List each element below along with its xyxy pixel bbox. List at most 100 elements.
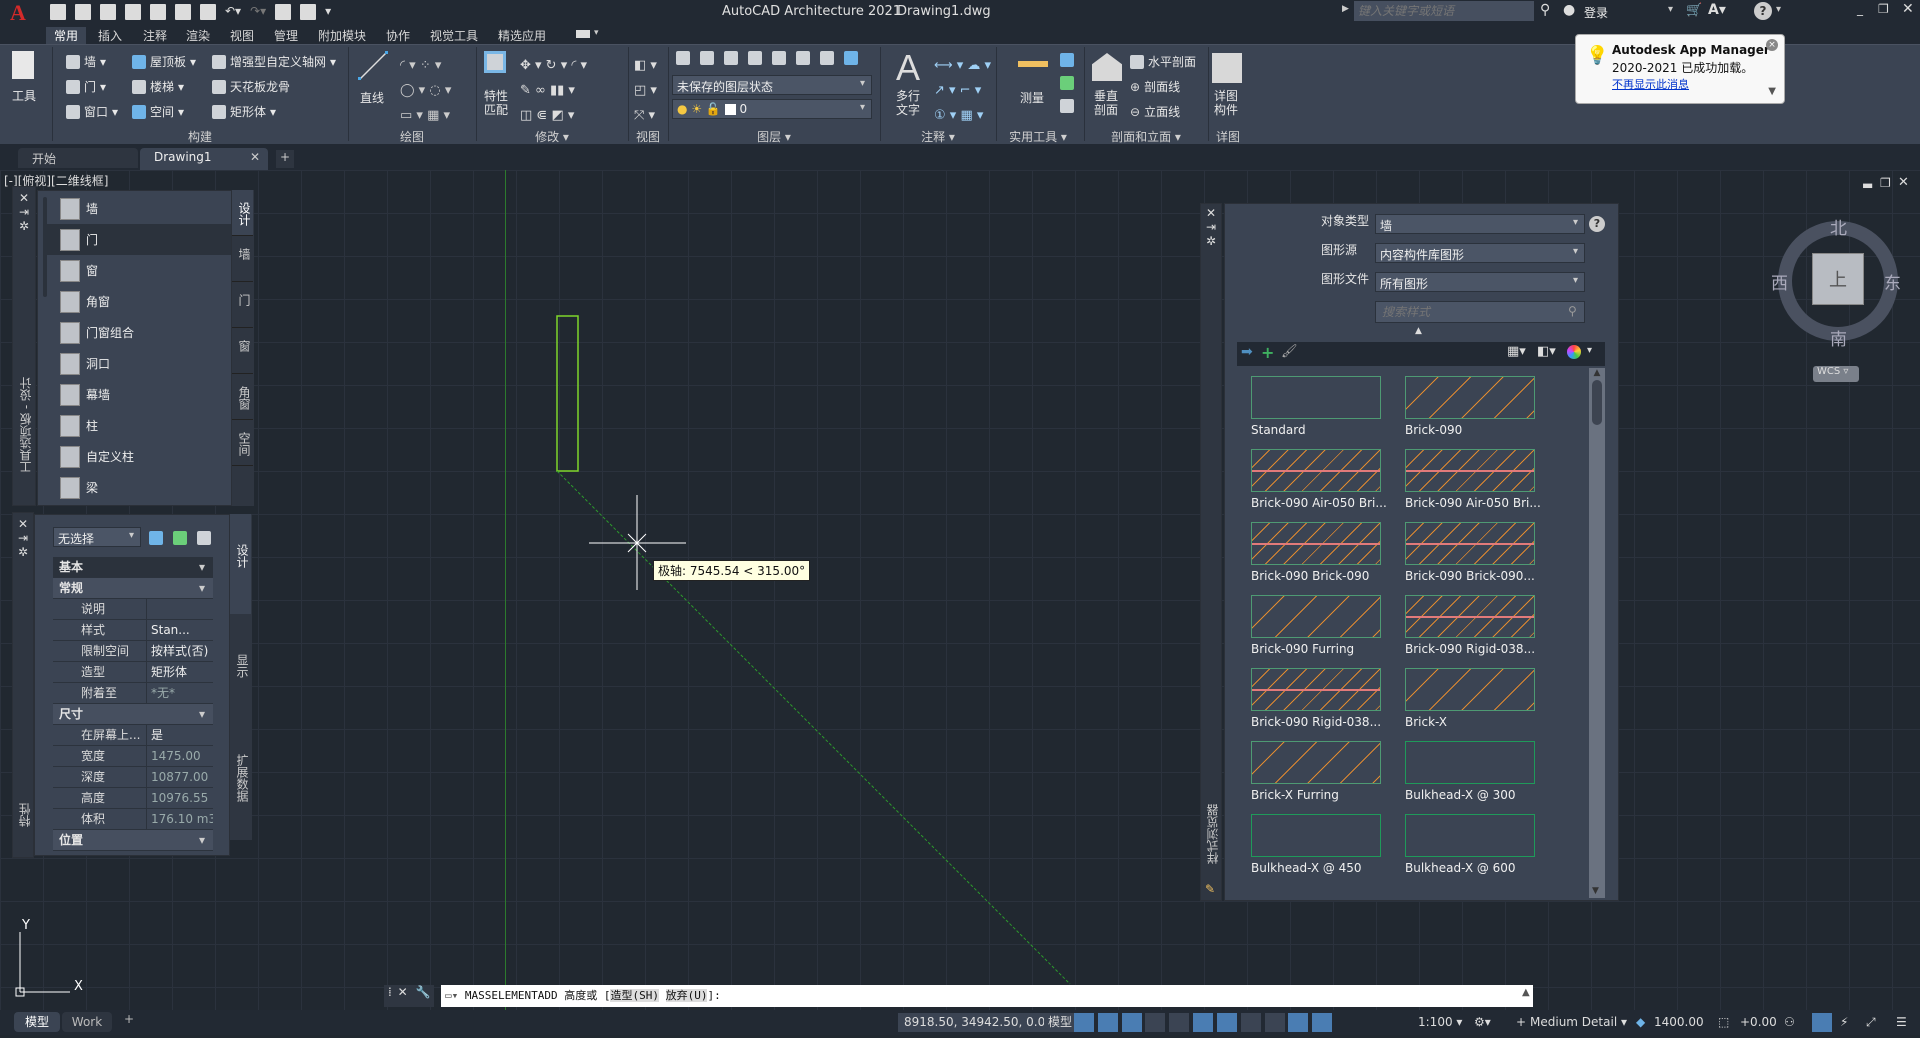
hardware-acceleration-icon[interactable]: ⚡ [1840,1013,1848,1032]
layout-tab-model[interactable]: 模型 [14,1012,60,1032]
elevation-value[interactable]: 1400.00 [1654,1013,1704,1032]
quick-select-icon[interactable] [1060,53,1074,67]
select-similar-icon[interactable] [1060,76,1074,90]
style-tile[interactable]: Brick-090 Air-050 Bri... [1391,441,1545,514]
tab-home[interactable]: 常用 [46,27,87,44]
property-row[interactable]: 造型 矩形体 [53,662,213,683]
grid-toggle[interactable] [1074,1013,1094,1032]
tool-palette-tab[interactable]: 门 [232,282,253,328]
window-button[interactable]: 窗口 ▾ [66,103,118,120]
style-tile[interactable]: Brick-090 Brick-090 [1237,514,1391,587]
property-row[interactable]: 限制空间 按样式(否) [53,641,213,662]
doc-tab-drawing1[interactable]: Drawing1 ✕ [140,148,268,170]
property-category[interactable]: 位置 [53,830,213,851]
command-line-input[interactable]: ▭▾ MASSELEMENTADD 高度或 [造型(SH) 放弃(U)]: [441,985,1533,1007]
properties-titlebar[interactable]: ✕ ⇥ ✲ 特性 [12,512,34,858]
close-palette-icon[interactable]: ✕ [13,191,35,205]
object-snap-tracking-toggle[interactable] [1216,1013,1237,1032]
sign-in-button[interactable]: 登录 [1584,4,1608,21]
display-style-icon[interactable] [1567,345,1581,359]
detail-components-icon[interactable] [1212,53,1242,83]
object-type-dropdown[interactable]: 墙 [1375,214,1585,234]
annotation-tools[interactable]: ⟷ ▾ ☁ ▾ ↗ ▾ ⌐ ▾ ① ▾ ▦ ▾ [934,53,991,128]
line-icon[interactable] [358,51,388,81]
purge-style-icon[interactable]: 🖌 [1281,344,1298,359]
transparency-toggle[interactable] [1264,1013,1285,1032]
open-icon[interactable] [75,4,91,20]
toggle-pickadd-icon[interactable] [197,531,211,545]
lineweight-toggle[interactable] [1240,1013,1261,1032]
property-value[interactable]: *无* [147,683,213,703]
tab-manage[interactable]: 管理 [266,27,306,44]
view-tools[interactable]: ◧ ▾ ◰ ▾ ⤧ ▾ [634,53,657,128]
style-tile[interactable]: Bulkhead-X @ 450 [1237,806,1391,879]
property-row[interactable]: 样式 Stan... [53,620,213,641]
layer-freeze-icon[interactable] [748,51,762,65]
layer-isolate-icon[interactable] [700,51,714,65]
save-as-icon[interactable] [125,4,141,20]
gallery-scrollbar[interactable]: ▲ ▼ [1589,368,1605,898]
style-tile[interactable]: Bulkhead-X @ 300 [1391,733,1545,806]
layer-off-icon[interactable] [772,51,786,65]
properties-settings-icon[interactable]: ✲ [13,545,33,559]
collapse-filters-icon[interactable]: ▲ [1415,326,1422,336]
help-dropdown-icon[interactable]: ▾ [1776,4,1781,15]
property-row[interactable]: 在屏幕上... 是 [53,725,213,746]
tab-render[interactable]: 渲染 [178,27,218,44]
tab-addins[interactable]: 附加模块 [310,27,374,44]
viewport-restore-icon[interactable]: ❐ [1880,176,1891,190]
layout-tab-work[interactable]: Work [62,1012,112,1032]
viewcube-west[interactable]: 西 [1771,269,1788,294]
property-value[interactable] [147,599,213,619]
tools-button[interactable]: 工具 [12,87,36,104]
property-value[interactable]: 1475.00 [147,746,213,766]
customize-icon[interactable]: 🔧 [416,985,431,999]
vertical-section-button[interactable]: 垂直 剖面 [1094,89,1118,117]
close-app-icon[interactable]: ✕ [1902,1,1914,17]
clean-screen-icon[interactable]: ⤢ [1866,1013,1876,1032]
tool-palette-tab[interactable]: 窗 [232,328,253,374]
scroll-up-icon[interactable]: ▲ [1589,368,1605,378]
crosshair-icon[interactable]: + [1516,1013,1526,1032]
viewcube-north[interactable]: 北 [1830,214,1847,239]
offset-value[interactable]: +0.00 [1740,1013,1777,1032]
tool-palette-item[interactable]: 角窗 [46,286,231,317]
style-browser-settings-icon[interactable]: ✲ [1201,234,1221,248]
property-row[interactable]: 深度 10877.00 [53,767,213,788]
measure-icon[interactable] [1018,61,1048,67]
drawing-canvas[interactable]: [-][俯视][二维线框] 极轴: 7545.54 < 315.00° Y X … [0,170,1920,1010]
section-line-button[interactable]: ⊕ 剖面线 [1130,78,1180,95]
match-properties-button[interactable]: 特性 匹配 [484,89,508,117]
autohide-icon[interactable]: ⇥ [13,205,35,219]
style-tile[interactable]: Brick-090 Air-050 Bri... [1237,441,1391,514]
vertical-section-icon[interactable] [1092,53,1122,81]
viewcube-east[interactable]: 东 [1884,269,1901,294]
roof-slab-button[interactable]: 屋顶板 ▾ [132,53,196,70]
property-row[interactable]: 体积 176.10 m3 [53,809,213,830]
tool-palette-item[interactable]: 梁 [46,472,231,503]
tab-view[interactable]: 视图 [222,27,262,44]
search-icon[interactable]: ⚲ [1540,2,1550,18]
tool-palette-item[interactable]: 柱 [46,410,231,441]
property-value[interactable]: 矩形体 [147,662,213,682]
redo-icon[interactable]: ↷▾ [250,4,266,20]
detail-components-button[interactable]: 详图 构件 [1214,89,1238,117]
palette-properties-icon[interactable]: ✲ [13,219,35,233]
panel-label-layers[interactable]: 图层 ▾ [668,128,880,144]
property-value[interactable]: 按样式(否) [147,641,213,661]
model-space-button[interactable]: 模型 [1044,1013,1077,1032]
tab-featured-apps[interactable]: 精选应用 [490,27,554,44]
drawing-file-dropdown[interactable]: 所有图形 [1375,272,1585,292]
viewport-minimize-icon[interactable]: ▬ [1862,178,1873,192]
drawing-source-dropdown[interactable]: 内容构件库图形 [1375,243,1585,263]
style-tile[interactable]: Brick-090 Rigid-038... [1237,660,1391,733]
command-line-handle[interactable]: ⁞ ✕ 🔧 [384,985,434,1007]
prop-tab-display[interactable]: 显示 [230,614,251,724]
tab-insert[interactable]: 插入 [90,27,130,44]
dont-show-again-link[interactable]: 不再显示此消息 [1612,76,1689,92]
add-style-icon[interactable]: + [1261,343,1274,362]
import-style-icon[interactable]: ➡ [1241,344,1253,360]
close-style-browser-icon[interactable]: ✕ [1201,206,1221,220]
tool-palette-item[interactable]: 自定义柱 [46,441,231,472]
viewcube-top-face[interactable]: 上 [1812,253,1864,305]
